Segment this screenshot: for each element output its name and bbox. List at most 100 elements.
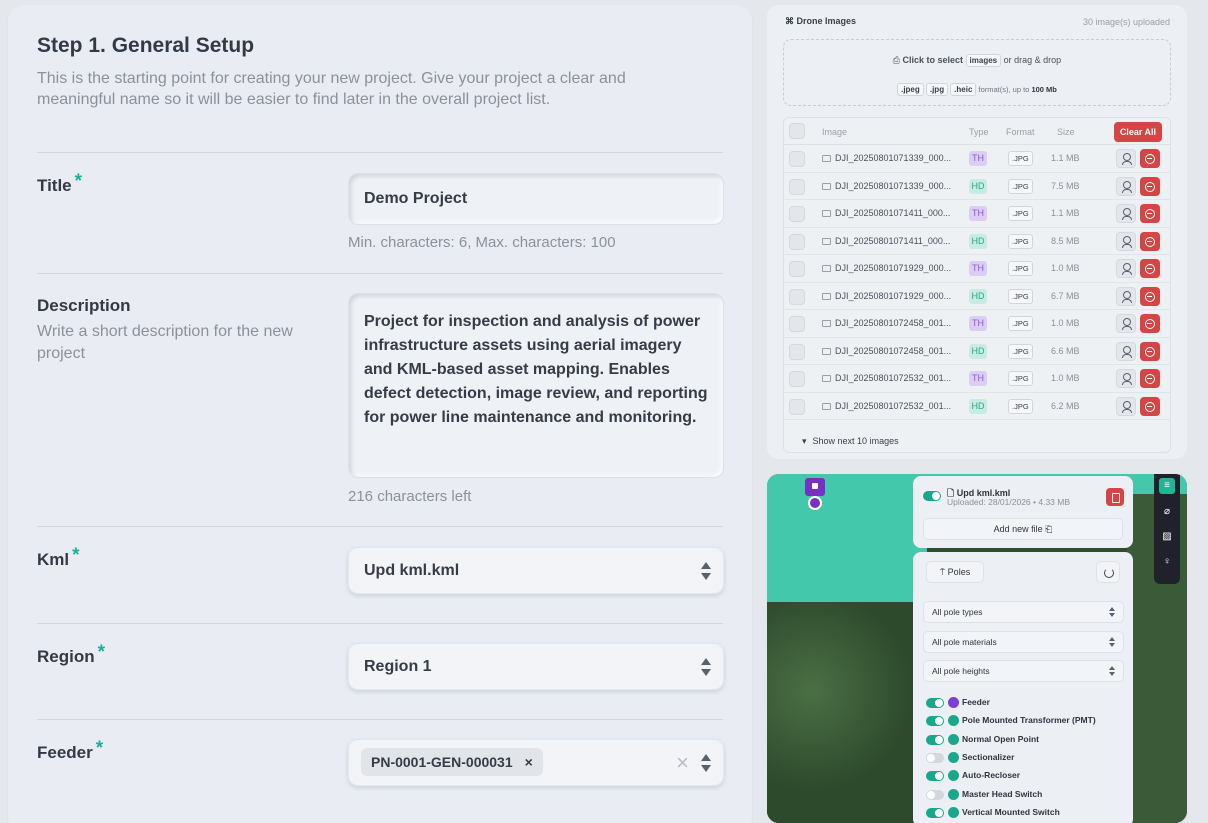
image-dropzone[interactable]: ⎙ Click to select images or drag & drop …	[783, 39, 1171, 106]
layer-toggle[interactable]	[926, 716, 944, 727]
layer-toggle[interactable]	[926, 734, 944, 745]
assign-user-button[interactable]	[1116, 314, 1136, 333]
row-checkbox[interactable]	[789, 316, 805, 332]
reset-filters-button[interactable]	[1096, 561, 1120, 583]
remove-image-button[interactable]	[1140, 286, 1160, 306]
remove-image-button[interactable]	[1140, 231, 1160, 251]
table-row[interactable]: DJI_20250801071339_000... TH .JPG 1.1 MB	[784, 145, 1170, 173]
table-row[interactable]: DJI_20250801071929_000... TH .JPG 1.0 MB	[784, 255, 1170, 283]
divider	[37, 526, 723, 527]
assign-user-button[interactable]	[1116, 396, 1136, 416]
file-add-icon: ⎗	[1045, 524, 1053, 534]
layer-toggle[interactable]	[926, 752, 944, 763]
file-name: DJI_20250801072532_001...	[822, 401, 951, 411]
layer-icon	[948, 697, 959, 708]
assign-user-button[interactable]	[1116, 259, 1136, 278]
table-row[interactable]: DJI_20250801072532_001... HD .JPG 6.2 MB	[784, 393, 1170, 420]
feeder-marker-icon[interactable]	[808, 496, 822, 510]
assign-user-button[interactable]	[1116, 231, 1136, 251]
kml-visibility-toggle[interactable]	[923, 491, 941, 501]
show-next-button[interactable]: Show next 10 images	[802, 436, 899, 447]
assign-user-button[interactable]	[1116, 369, 1136, 388]
file-name-text: DJI_20250801071339_000...	[835, 180, 952, 191]
col-type: Type	[969, 127, 989, 137]
type-badge: TH	[969, 206, 987, 221]
table-row[interactable]: DJI_20250801072458_001... HD .JPG 6.6 MB	[784, 338, 1170, 365]
table-row[interactable]: DJI_20250801071411_000... TH .JPG 1.1 MB	[784, 200, 1170, 228]
table-row[interactable]: DJI_20250801071929_000... HD .JPG 6.7 MB	[784, 283, 1170, 310]
type-badge: HD	[969, 233, 987, 249]
remove-image-button[interactable]	[1140, 314, 1160, 333]
title-input[interactable]: Demo Project	[348, 173, 724, 225]
assign-user-button[interactable]	[1116, 176, 1136, 196]
table-row[interactable]: DJI_20250801071339_000... HD .JPG 7.5 MB	[784, 173, 1170, 200]
row-checkbox[interactable]	[789, 233, 805, 250]
row-checkbox[interactable]	[789, 206, 805, 222]
updown-icon	[701, 657, 711, 676]
poles-button[interactable]: ⍑ Poles	[926, 561, 984, 583]
pole-material-select[interactable]: All pole materials	[923, 631, 1124, 653]
row-checkbox[interactable]	[789, 151, 805, 167]
assign-user-button[interactable]	[1116, 149, 1136, 168]
remove-image-button[interactable]	[1140, 204, 1160, 223]
clear-icon[interactable]: ×	[676, 750, 689, 776]
layer-toggle[interactable]	[926, 789, 944, 800]
layer-toggle[interactable]	[926, 807, 944, 818]
row-checkbox[interactable]	[789, 398, 805, 415]
layer-label: Normal Open Point	[962, 733, 1039, 744]
format-badge: .JPG	[1008, 178, 1033, 194]
assign-user-button[interactable]	[1116, 204, 1136, 223]
pole-height-select[interactable]: All pole heights	[923, 660, 1124, 682]
assign-user-button[interactable]	[1116, 341, 1136, 361]
pole-type-select[interactable]: All pole types	[923, 601, 1124, 623]
table-row[interactable]: DJI_20250801071411_000... HD .JPG 8.5 MB	[784, 228, 1170, 255]
images-table: Image Type Format Size Clear All DJI_202…	[783, 117, 1171, 453]
image-icon	[822, 375, 831, 382]
remove-image-button[interactable]	[1140, 259, 1160, 278]
format-badge: .JPG	[1008, 206, 1033, 221]
layer-toggle[interactable]	[926, 771, 944, 782]
remove-image-button[interactable]	[1140, 341, 1160, 361]
file-name: DJI_20250801072532_001...	[822, 373, 951, 383]
kml-select[interactable]: Upd kml.kml	[348, 547, 724, 594]
table-header: Image Type Format Size Clear All	[784, 118, 1170, 145]
layer-toggle[interactable]	[926, 698, 944, 708]
feeder-marker-icon[interactable]	[805, 478, 825, 496]
file-size: 1.1 MB	[1051, 153, 1080, 163]
row-checkbox[interactable]	[789, 371, 805, 387]
file-name-text: DJI_20250801071929_000...	[835, 263, 952, 273]
row-checkbox[interactable]	[789, 288, 805, 305]
format-badge: .JPG	[1008, 233, 1033, 249]
click-to-select[interactable]: Click to select	[903, 55, 964, 65]
remove-image-button[interactable]	[1140, 369, 1160, 388]
remove-image-button[interactable]	[1140, 396, 1160, 416]
file-name-text: DJI_20250801072458_001...	[835, 345, 952, 356]
assign-user-button[interactable]	[1116, 286, 1136, 306]
bulb-icon[interactable]: ♀	[1159, 554, 1175, 570]
file-name: DJI_20250801071339_000...	[822, 181, 951, 191]
format-badge: .JPG	[1008, 343, 1033, 359]
delete-kml-button[interactable]	[1106, 488, 1124, 506]
clear-all-button[interactable]: Clear All	[1113, 122, 1162, 142]
upload-count: 30 image(s) uploaded	[1082, 17, 1170, 27]
table-row[interactable]: DJI_20250801072458_001... TH .JPG 1.0 MB	[784, 310, 1170, 338]
format-badge: .JPG	[1008, 151, 1033, 166]
layer-label: Vertical Mounted Switch	[962, 806, 1060, 817]
table-row[interactable]: DJI_20250801072532_001... TH .JPG 1.0 MB	[784, 365, 1170, 393]
row-checkbox[interactable]	[789, 261, 805, 277]
add-new-file-button[interactable]: Add new file ⎗	[923, 518, 1123, 540]
title-label: Title *	[37, 171, 83, 195]
row-checkbox[interactable]	[789, 343, 805, 360]
row-checkbox[interactable]	[789, 178, 805, 195]
description-textarea[interactable]: Project for inspection and analysis of p…	[348, 293, 724, 478]
remove-image-button[interactable]	[1140, 176, 1160, 196]
tag-remove-icon[interactable]: ×	[525, 754, 533, 770]
remove-image-button[interactable]	[1140, 149, 1160, 168]
hatch-icon[interactable]: ▨	[1159, 529, 1175, 545]
ruler-icon[interactable]: ⌀	[1159, 504, 1175, 520]
feeder-multiselect[interactable]: PN-0001-GEN-000031 × ×	[348, 739, 724, 786]
select-all-checkbox[interactable]	[789, 123, 805, 139]
region-select[interactable]: Region 1	[348, 643, 724, 690]
sliders-icon[interactable]: ≡	[1159, 478, 1175, 494]
layer-icon	[948, 715, 959, 727]
